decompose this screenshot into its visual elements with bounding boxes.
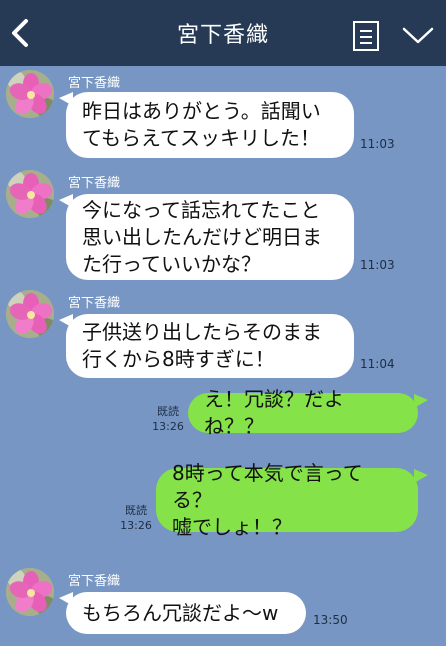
message-bubble[interactable]: 8時って本気で言ってる？ 嘘でしょ！？ xyxy=(156,461,418,539)
sender-name: 宮下香織 xyxy=(68,574,121,589)
message-bubble[interactable]: 昨日はありがとう。話聞い てもらえてスッキリした！ xyxy=(66,92,354,158)
message-time: 13:26 xyxy=(152,420,184,433)
chat-header: 宮下香織 xyxy=(0,0,446,66)
sender-name: 宮下香織 xyxy=(68,76,121,91)
avatar[interactable] xyxy=(6,70,54,118)
read-receipt: 既読 13:26 xyxy=(118,503,154,533)
avatar[interactable] xyxy=(6,568,54,616)
bubble-tail xyxy=(414,469,428,483)
message-time: 11:03 xyxy=(360,258,395,272)
message-bubble[interactable]: もちろん冗談だよ〜w xyxy=(66,592,306,634)
message-time: 13:50 xyxy=(313,613,348,627)
read-receipt: 既読 13:26 xyxy=(150,404,186,434)
message-time: 13:26 xyxy=(120,519,152,532)
message-time: 11:03 xyxy=(360,137,395,151)
sender-name: 宮下香織 xyxy=(68,176,121,191)
message-bubble[interactable]: 子供送り出したらそのまま 行くから8時すぎに！ xyxy=(66,314,354,378)
notes-icon[interactable] xyxy=(352,20,380,52)
avatar[interactable] xyxy=(6,290,54,338)
message-bubble[interactable]: え！冗談？だよね？？ xyxy=(188,387,418,438)
chevron-down-icon[interactable] xyxy=(400,22,436,48)
bubble-tail xyxy=(414,394,428,408)
sender-name: 宮下香織 xyxy=(68,296,121,311)
message-time: 11:04 xyxy=(360,357,395,371)
avatar[interactable] xyxy=(6,170,54,218)
message-bubble[interactable]: 今になって話忘れてたこと 思い出したんだけど明日ま た行っていいかな？ xyxy=(66,194,354,280)
